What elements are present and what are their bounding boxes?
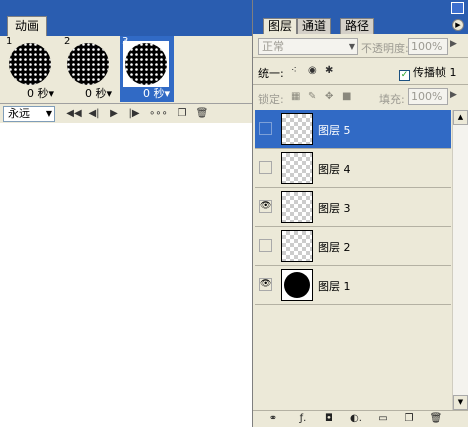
next-frame-icon[interactable]: |▶ [125,106,143,122]
frame-thumbnail [67,43,109,85]
eye-icon[interactable]: 👁 [259,278,272,291]
layer-name: 图层 2 [318,241,351,254]
new-frame-icon[interactable]: ❐ [173,106,191,122]
chevron-down-icon: ▼ [348,42,355,51]
frame-delay[interactable]: 0 秒▾ [85,88,112,100]
chevron-right-icon[interactable]: ▶ [450,90,457,100]
visibility-toggle[interactable] [259,239,272,252]
layers-footer-toolbar: ⚭ ƒ. ◘ ◐. ▭ ❐ 🗑 [253,410,468,427]
panel-title-bar [253,0,468,17]
animation-toolbar: 永远 ▼ ◀◀ ◀| ▶ |▶ ∘∘∘ ❐ 🗑 [0,103,252,123]
tab-paths[interactable]: 路径 [340,18,375,34]
layer-row-2[interactable]: 图层 2 [255,227,451,266]
trash-icon[interactable]: 🗑 [428,412,444,426]
layers-panel: 图层 通道 路径 ▶ 正常 ▼ 不透明度: 100% ▶ 统一: ⁖ ◉ ✱ ✓… [252,0,468,427]
layer-row-1[interactable]: 👁 图层 1 [255,266,451,305]
tab-channels[interactable]: 通道 [297,18,332,34]
tab-layers[interactable]: 图层 [263,18,298,34]
mask-icon[interactable]: ◘ [321,412,337,426]
layer-thumbnail [281,113,313,145]
opacity-label: 不透明度: [361,42,409,55]
propagate-frame-checkbox[interactable]: ✓ 传播帧 1 [399,64,457,81]
visibility-toggle[interactable] [259,122,272,135]
divider [253,84,468,85]
lock-label: 锁定: [258,93,284,106]
blend-mode-select[interactable]: 正常 ▼ [258,38,358,55]
animation-frame-2[interactable]: 2 0 秒▾ [62,36,116,102]
scroll-down-arrow-icon[interactable]: ▼ [453,395,468,410]
tab-animation[interactable]: 动画 [7,16,47,36]
delete-frame-icon[interactable]: 🗑 [193,106,211,122]
play-icon[interactable]: ▶ [105,106,123,122]
lock-all-icon[interactable]: ■ [342,91,351,102]
unify-visibility-icon[interactable]: ◉ [308,65,317,76]
chevron-right-icon[interactable]: ▶ [450,39,457,49]
lock-transparency-icon[interactable]: ▦ [291,91,300,102]
unify-position-icon[interactable]: ⁖ [291,65,297,76]
lock-brush-icon[interactable]: ✎ [308,91,316,102]
layer-thumbnail [281,191,313,223]
layer-list: 图层 5 图层 4 👁 图层 3 图层 2 👁 图层 1 [255,110,451,410]
panel-tabs: 图层 通道 路径 ▶ [253,17,468,34]
frame-thumbnail [123,41,169,87]
first-frame-icon[interactable]: ◀◀ [65,106,83,122]
visibility-toggle[interactable] [259,161,272,174]
layer-name: 图层 5 [318,124,351,137]
vertical-scrollbar[interactable]: ▲ ▼ [452,110,468,410]
layer-row-3[interactable]: 👁 图层 3 [255,188,451,227]
divider [253,57,468,58]
fill-label: 填充: [379,93,405,106]
lock-move-icon[interactable]: ✥ [325,91,333,102]
checkbox-icon: ✓ [399,70,410,81]
previous-frame-icon[interactable]: ◀| [85,106,103,122]
frame-delay[interactable]: 0 秒▾ [143,88,170,100]
blend-mode-value: 正常 [262,40,284,53]
animation-panel: 动画 1 0 秒▾ 2 0 秒▾ 3 0 秒▾ 永远 ▼ ◀◀ ◀| ▶ |▶ … [0,0,252,123]
minimize-button[interactable] [451,2,464,14]
layer-name: 图层 3 [318,202,351,215]
opacity-input[interactable]: 100% [408,38,448,55]
folder-icon[interactable]: ▭ [375,412,391,426]
layer-row-5[interactable]: 图层 5 [255,110,451,149]
frame-delay[interactable]: 0 秒▾ [27,88,54,100]
layer-row-4[interactable]: 图层 4 [255,149,451,188]
unify-row: 统一: ⁖ ◉ ✱ ✓ 传播帧 1 [253,59,468,83]
layer-thumbnail [281,269,313,301]
layer-thumbnail [281,152,313,184]
chevron-down-icon: ▼ [45,108,52,118]
frame-thumbnail [9,43,51,85]
layer-name: 图层 4 [318,163,351,176]
adjustment-icon[interactable]: ◐. [348,412,364,426]
unify-style-icon[interactable]: ✱ [325,65,333,76]
panel-menu-button[interactable]: ▶ [452,19,464,31]
layer-style-icon[interactable]: ƒ. [295,412,311,426]
layer-name: 图层 1 [318,280,351,293]
fill-input[interactable]: 100% [408,88,448,105]
animation-frame-1[interactable]: 1 0 秒▾ [4,36,58,102]
loop-select[interactable]: 永远 ▼ [3,105,55,122]
scroll-up-arrow-icon[interactable]: ▲ [453,110,468,125]
eye-icon[interactable]: 👁 [259,200,272,213]
black-circle-shape [284,272,310,298]
blend-row: 正常 ▼ 不透明度: 100% ▶ [253,34,468,58]
animation-frame-3[interactable]: 3 0 秒▾ [120,36,174,102]
animation-tab-strip: 动画 [0,0,252,36]
new-layer-icon[interactable]: ❐ [401,412,417,426]
propagate-label: 传播帧 1 [413,66,457,79]
link-icon[interactable]: ⚭ [265,412,281,426]
layer-thumbnail [281,230,313,262]
lock-row: 锁定: ▦ ✎ ✥ ■ 填充: 100% ▶ [253,86,468,108]
unify-label: 统一: [258,67,284,80]
loop-value: 永远 [8,106,30,120]
tween-icon[interactable]: ∘∘∘ [149,106,168,122]
